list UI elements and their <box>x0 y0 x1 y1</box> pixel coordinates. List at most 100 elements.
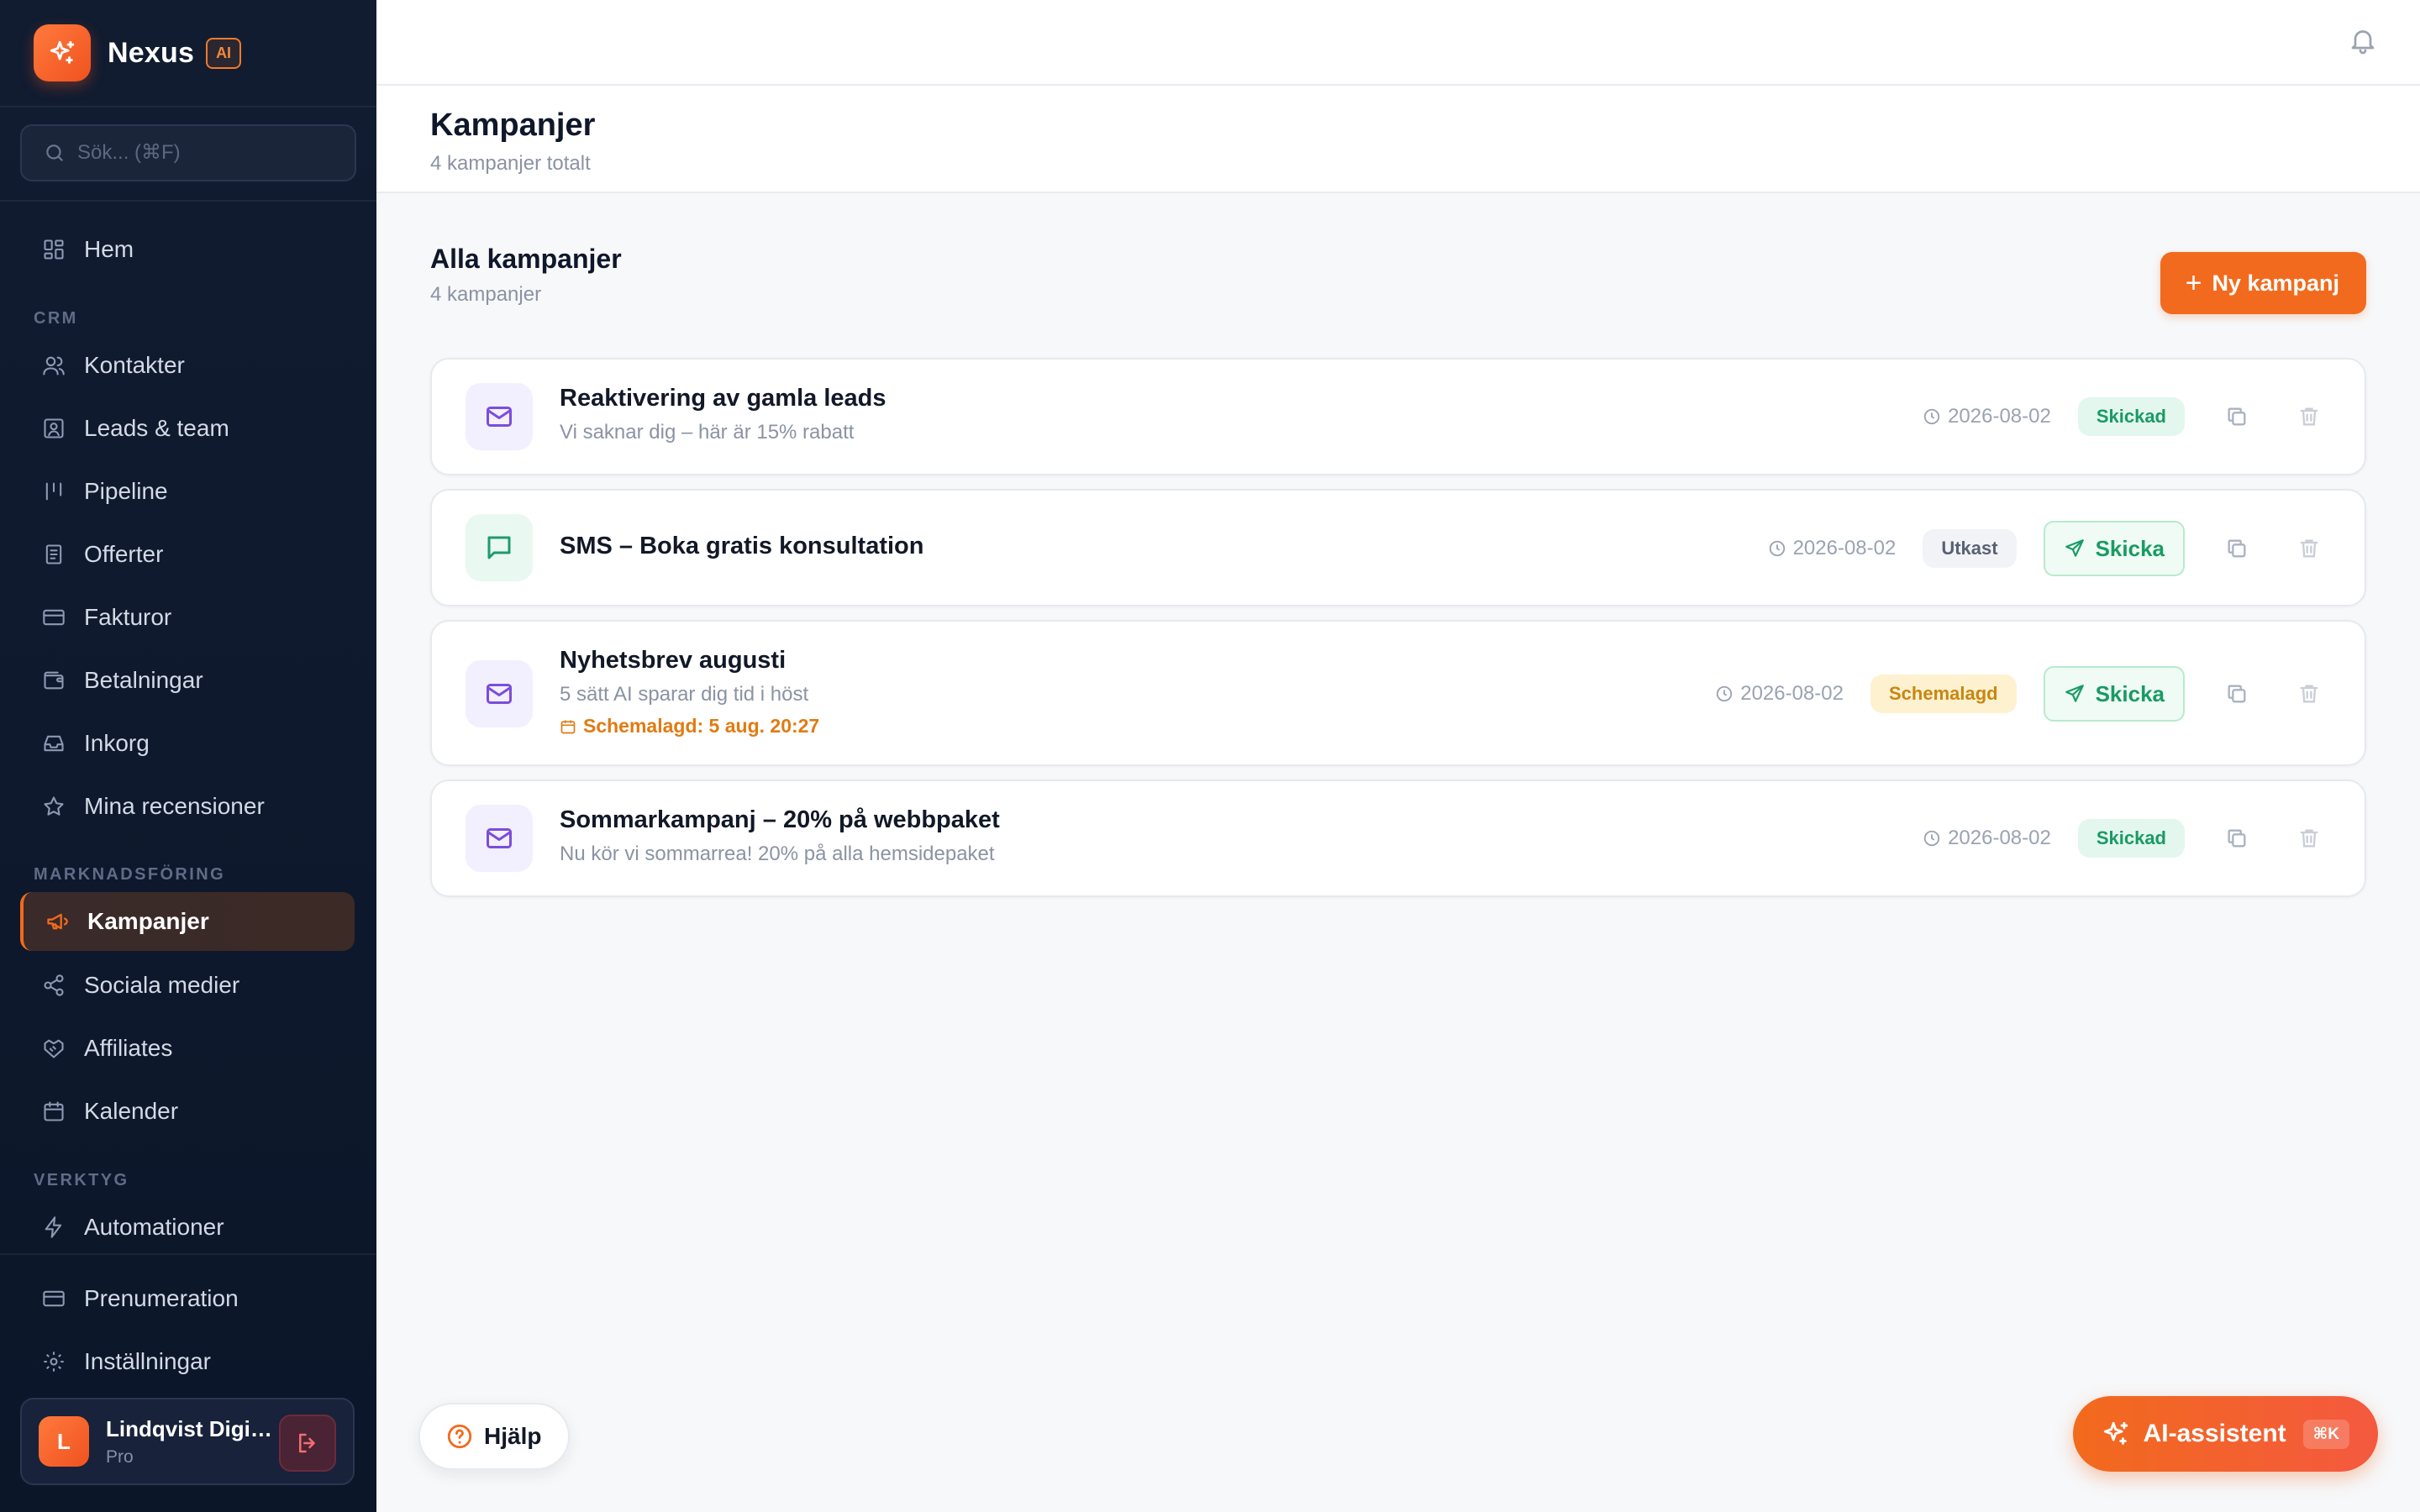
status-badge: Skickad <box>2077 397 2185 436</box>
mail-icon <box>466 660 533 727</box>
clock-icon <box>1923 407 1941 426</box>
campaign-card[interactable]: Nyhetsbrev augusti 5 sätt AI sparar dig … <box>430 620 2366 766</box>
lightning-icon <box>40 1214 67 1241</box>
send-button[interactable]: Skicka <box>2043 521 2185 576</box>
campaign-date-text: 2026-08-02 <box>1740 682 1844 705</box>
brand-name: Nexus <box>108 36 195 69</box>
help-circle-icon <box>445 1422 474 1451</box>
campaign-subject: Vi saknar dig – här är 15% rabatt <box>560 421 855 444</box>
section-title: Alla kampanjer <box>430 244 622 274</box>
send-label: Skicka <box>2095 535 2165 561</box>
campaign-text: Nyhetsbrev augusti 5 sätt AI sparar dig … <box>560 647 819 738</box>
copy-icon <box>2228 685 2246 703</box>
campaign-name: Nyhetsbrev augusti <box>560 647 786 674</box>
clock-icon <box>1715 685 1733 703</box>
help-label: Hjälp <box>484 1423 542 1449</box>
campaign-card[interactable]: SMS – Boka gratis konsultation 2026-08-0… <box>430 489 2366 606</box>
ai-assistant-button[interactable]: AI-assistent ⌘K <box>2072 1396 2378 1472</box>
notifications-button[interactable] <box>2348 25 2378 60</box>
delete-button[interactable] <box>2292 822 2326 855</box>
campaign-text: SMS – Boka gratis konsultation <box>560 533 923 560</box>
send-icon <box>2064 683 2086 705</box>
delete-button[interactable] <box>2292 677 2326 711</box>
delete-button[interactable] <box>2292 532 2326 565</box>
user-card[interactable]: L Lindqvist Digit... Pro <box>20 1398 355 1485</box>
search-box[interactable] <box>20 124 356 181</box>
sidebar-item-settings[interactable]: Inställningar <box>20 1332 355 1391</box>
sidebar-item-label: Betalningar <box>84 667 203 693</box>
duplicate-button[interactable] <box>2220 822 2254 855</box>
sidebar-item-automations[interactable]: Automationer <box>20 1198 355 1257</box>
logout-button[interactable] <box>279 1415 336 1472</box>
sparkles-icon <box>2102 1420 2130 1448</box>
search-input[interactable] <box>77 141 329 165</box>
search-area <box>0 108 376 202</box>
campaign-card[interactable]: Reaktivering av gamla leads Vi saknar di… <box>430 358 2366 475</box>
send-button[interactable]: Skicka <box>2043 666 2185 722</box>
trash-icon <box>2300 539 2318 558</box>
user-name: Lindqvist Digit... <box>106 1415 274 1441</box>
credit-card-icon <box>40 1285 67 1312</box>
campaign-date-text: 2026-08-02 <box>1948 827 2051 849</box>
sidebar-item-inbox[interactable]: Inkorg <box>20 714 355 773</box>
sidebar-item-social[interactable]: Sociala medier <box>20 956 355 1015</box>
calendar-icon <box>40 1098 67 1125</box>
campaign-card[interactable]: Sommarkampanj – 20% på webbpaket Nu kör … <box>430 780 2366 897</box>
new-campaign-button[interactable]: + Ny kampanj <box>2160 252 2366 314</box>
sidebar-item-home[interactable]: Hem <box>20 220 355 279</box>
copy-icon <box>2228 407 2246 426</box>
campaign-date: 2026-08-02 <box>1768 537 1897 560</box>
campaign-name: Sommarkampanj – 20% på webbpaket <box>560 806 1000 833</box>
sidebar-item-calendar[interactable]: Kalender <box>20 1082 355 1141</box>
duplicate-button[interactable] <box>2220 677 2254 711</box>
document-icon <box>40 541 67 568</box>
section-label-marketing: MARKNADSFÖRING <box>34 865 226 884</box>
duplicate-button[interactable] <box>2220 400 2254 433</box>
avatar: L <box>39 1416 89 1467</box>
help-button[interactable]: Hjälp <box>418 1403 571 1470</box>
sidebar-item-pipeline[interactable]: Pipeline <box>20 462 355 521</box>
duplicate-button[interactable] <box>2220 532 2254 565</box>
sidebar-item-reviews[interactable]: Mina recensioner <box>20 777 355 836</box>
inbox-icon <box>40 730 67 757</box>
grid-icon <box>40 236 67 263</box>
clock-icon <box>1923 829 1941 848</box>
campaign-date-text: 2026-08-02 <box>1948 405 2051 428</box>
sidebar-item-subscription[interactable]: Prenumeration <box>20 1269 355 1328</box>
sidebar-item-label: Hem <box>84 236 134 262</box>
sidebar-item-payments[interactable]: Betalningar <box>20 651 355 710</box>
plus-icon: + <box>2185 267 2202 299</box>
schedule-text: Schemalagd: 5 aug. 20:27 <box>583 715 820 737</box>
ai-assistant-label: AI-assistent <box>2143 1420 2286 1447</box>
sidebar-item-label: Sociala medier <box>84 972 240 998</box>
sparkles-icon[interactable] <box>34 24 91 81</box>
wallet-icon <box>40 667 67 694</box>
sidebar-item-campaigns[interactable]: Kampanjer <box>20 892 355 951</box>
chat-icon <box>466 514 533 581</box>
send-label: Skicka <box>2095 680 2165 706</box>
sidebar-item-label: Fakturor <box>84 604 172 630</box>
sidebar-item-label: Mina recensioner <box>84 793 265 819</box>
sidebar-item-contacts[interactable]: Kontakter <box>20 336 355 395</box>
credit-card-icon <box>40 604 67 631</box>
calendar-icon <box>560 718 576 735</box>
sidebar-item-label: Automationer <box>84 1214 224 1240</box>
sidebar-item-invoices[interactable]: Fakturor <box>20 588 355 647</box>
campaign-actions: 2026-08-02 Skickad <box>1923 819 2365 858</box>
user-info: Lindqvist Digit... Pro <box>106 1416 274 1467</box>
logout-icon <box>299 1433 315 1453</box>
campaign-name: Reaktivering av gamla leads <box>560 385 886 412</box>
campaign-date-text: 2026-08-02 <box>1792 537 1897 559</box>
sidebar-item-affiliates[interactable]: Affiliates <box>20 1019 355 1078</box>
mail-icon <box>466 805 533 872</box>
sidebar-divider <box>0 1253 376 1255</box>
sidebar-item-label: Kalender <box>84 1098 179 1124</box>
delete-button[interactable] <box>2292 400 2326 433</box>
contact-card-icon <box>40 415 67 442</box>
ai-badge: AI <box>206 37 242 69</box>
campaign-name: SMS – Boka gratis konsultation <box>560 533 924 559</box>
sidebar-item-leads[interactable]: Leads & team <box>20 399 355 458</box>
copy-icon <box>2228 539 2246 558</box>
sidebar-item-quotes[interactable]: Offerter <box>20 525 355 584</box>
mail-icon <box>466 383 533 450</box>
